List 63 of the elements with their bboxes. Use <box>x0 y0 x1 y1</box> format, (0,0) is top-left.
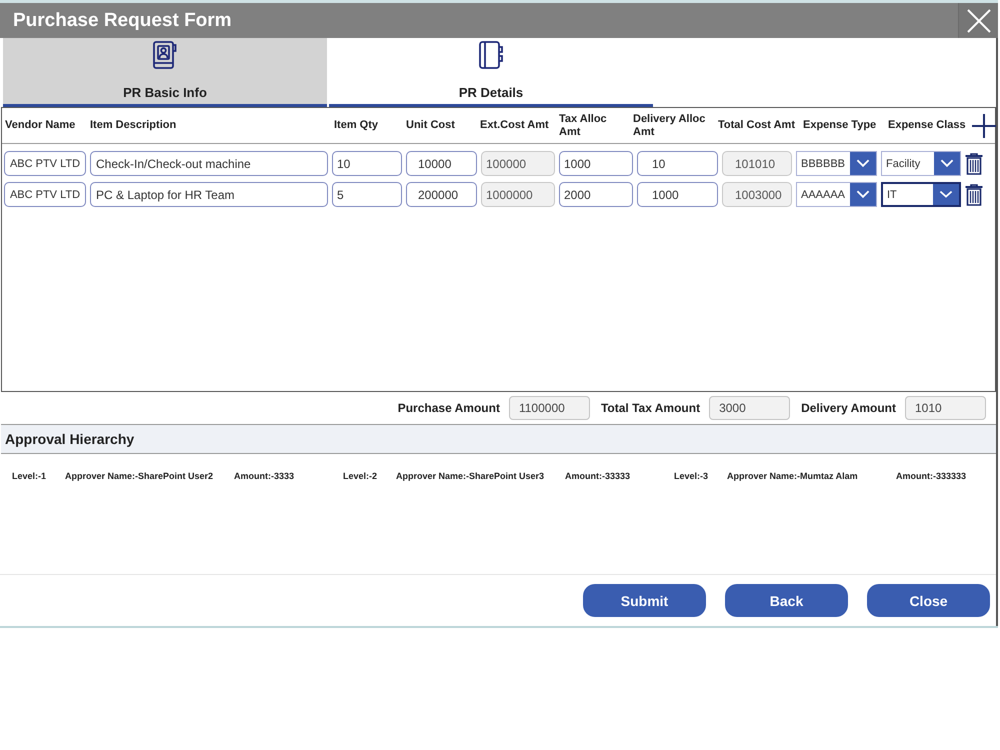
column-header: Item Description <box>90 119 178 132</box>
dropdown[interactable]: BBBBBB <box>796 151 877 176</box>
chevron-icon <box>850 152 876 175</box>
text-field[interactable]: ABC PTV LTD <box>4 151 86 176</box>
tab[interactable]: PR Details <box>329 38 653 107</box>
approver-level: Level:-2 <box>343 471 378 481</box>
text-field[interactable]: 10 <box>332 151 402 176</box>
column-header: Vendor Name <box>5 119 76 132</box>
window-title: Purchase Request Form <box>12 10 232 32</box>
readonly-field[interactable]: 1000000 <box>481 182 555 207</box>
column-header: Expense Type <box>803 119 878 132</box>
text-field[interactable]: 10000 <box>406 151 477 176</box>
column-header: Tax Alloc Amt <box>559 112 608 138</box>
text-field[interactable]: ABC PTV LTD <box>4 182 86 207</box>
notebook-icon <box>479 41 503 69</box>
text-field[interactable]: 200000 <box>406 182 477 207</box>
approver-level: Level:-1 <box>12 471 48 481</box>
column-header: Total Cost Amt <box>718 119 796 132</box>
field-label: Purchase Amount <box>398 401 500 415</box>
chevron-icon <box>934 152 960 175</box>
text-field[interactable]: 1000 <box>637 182 718 207</box>
column-header: Delivery Alloc Amt <box>633 112 706 138</box>
readonly-field[interactable]: 1010 <box>905 396 986 420</box>
approver-name: Approver Name:-SharePoint User3 <box>396 471 546 481</box>
chevron-icon <box>850 183 876 206</box>
submit-button[interactable]: Submit <box>583 584 706 617</box>
text-field[interactable]: 2000 <box>559 182 633 207</box>
column-header: Unit Cost <box>406 119 456 132</box>
readonly-field[interactable]: 101010 <box>722 151 792 176</box>
close-button[interactable]: Close <box>867 584 990 617</box>
readonly-field[interactable]: 1003000 <box>722 182 792 207</box>
approver-name: Approver Name:-Mumtaz Alam <box>727 471 859 481</box>
approver-amount: Amount:-3333 <box>234 471 296 481</box>
tab[interactable]: PR Basic Info <box>3 38 327 107</box>
text-field[interactable]: 1000 <box>559 151 633 176</box>
approver-name: Approver Name:-SharePoint User2 <box>65 471 214 481</box>
contact-book-icon <box>153 41 177 69</box>
trash-icon[interactable] <box>965 184 983 206</box>
dropdown[interactable]: IT <box>881 182 961 207</box>
column-header: Ext.Cost Amt <box>480 119 550 132</box>
readonly-field[interactable]: 1100000 <box>508 396 590 420</box>
text-field[interactable]: PC & Laptop for HR Team <box>90 182 328 207</box>
approver-amount: Amount:-33333 <box>565 471 632 481</box>
dropdown[interactable]: AAAAAA <box>796 182 877 207</box>
back-button[interactable]: Back <box>725 584 848 617</box>
section-title: Approval Hierarchy <box>4 431 134 447</box>
approver-amount: Amount:-333333 <box>896 471 968 481</box>
dropdown[interactable]: Facility <box>881 151 961 176</box>
chevron-icon <box>933 184 959 205</box>
close-icon <box>966 8 990 32</box>
field-label: Total Tax Amount <box>600 401 700 415</box>
window-close-button[interactable] <box>958 3 998 38</box>
text-field[interactable]: 5 <box>332 182 402 207</box>
plus-icon[interactable] <box>972 114 996 138</box>
trash-icon[interactable] <box>965 152 983 174</box>
readonly-field[interactable]: 100000 <box>481 151 555 176</box>
column-header: Expense Class <box>888 119 967 132</box>
field-label: Delivery Amount <box>801 401 896 415</box>
readonly-field[interactable]: 3000 <box>709 396 790 420</box>
text-field[interactable]: Check-In/Check-out machine <box>90 151 328 176</box>
text-field[interactable]: 10 <box>637 151 718 176</box>
column-header: Item Qty <box>334 119 380 132</box>
approver-level: Level:-3 <box>674 471 710 481</box>
